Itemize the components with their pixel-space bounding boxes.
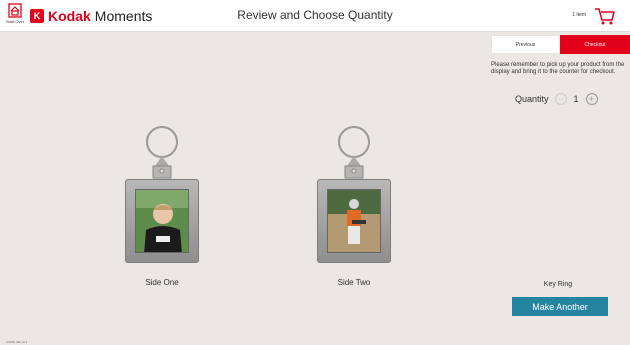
previous-button[interactable]: Previous	[491, 35, 560, 54]
quantity-decrease-button[interactable]: −	[554, 93, 567, 105]
brand-moments: Moments	[94, 8, 153, 24]
brand-logo: K Kodak Moments	[30, 7, 152, 25]
cart-count: 1 item	[572, 12, 586, 18]
key-ring-icon	[338, 126, 370, 179]
key-ring-icon	[146, 126, 178, 179]
keyring-side-two	[317, 124, 391, 264]
top-bar: Start Over K Kodak Moments Review and Ch…	[0, 0, 630, 32]
start-over-button[interactable]: Start Over	[4, 3, 26, 29]
quantity-stepper: Quantity − 1 +	[515, 92, 598, 106]
checkout-button[interactable]: Checkout	[560, 35, 630, 54]
footer-version: KIOSK Idle v2.1	[6, 340, 28, 344]
side-one-label: Side One	[145, 278, 179, 287]
make-another-button[interactable]: Make Another	[512, 297, 608, 316]
start-over-label: Start Over	[5, 19, 25, 24]
photo-side-one	[135, 189, 189, 253]
photo-frame-side-one	[125, 179, 199, 263]
quantity-value: 1	[573, 94, 579, 104]
home-icon	[8, 3, 22, 18]
quantity-label: Quantity	[515, 94, 549, 104]
side-two-label: Side Two	[337, 278, 371, 287]
pickup-notice: Please remember to pick up your product …	[491, 62, 625, 75]
photo-frame-side-two	[317, 179, 391, 263]
keyring-side-one	[125, 124, 199, 264]
cart-icon[interactable]	[594, 6, 616, 26]
kodak-logo-icon: K	[30, 9, 44, 23]
photo-side-two	[327, 189, 381, 253]
brand-kodak: Kodak	[48, 8, 91, 24]
quantity-increase-button[interactable]: +	[585, 93, 598, 105]
product-name: Key Ring	[543, 281, 573, 288]
action-buttons: Previous Checkout	[491, 35, 630, 54]
